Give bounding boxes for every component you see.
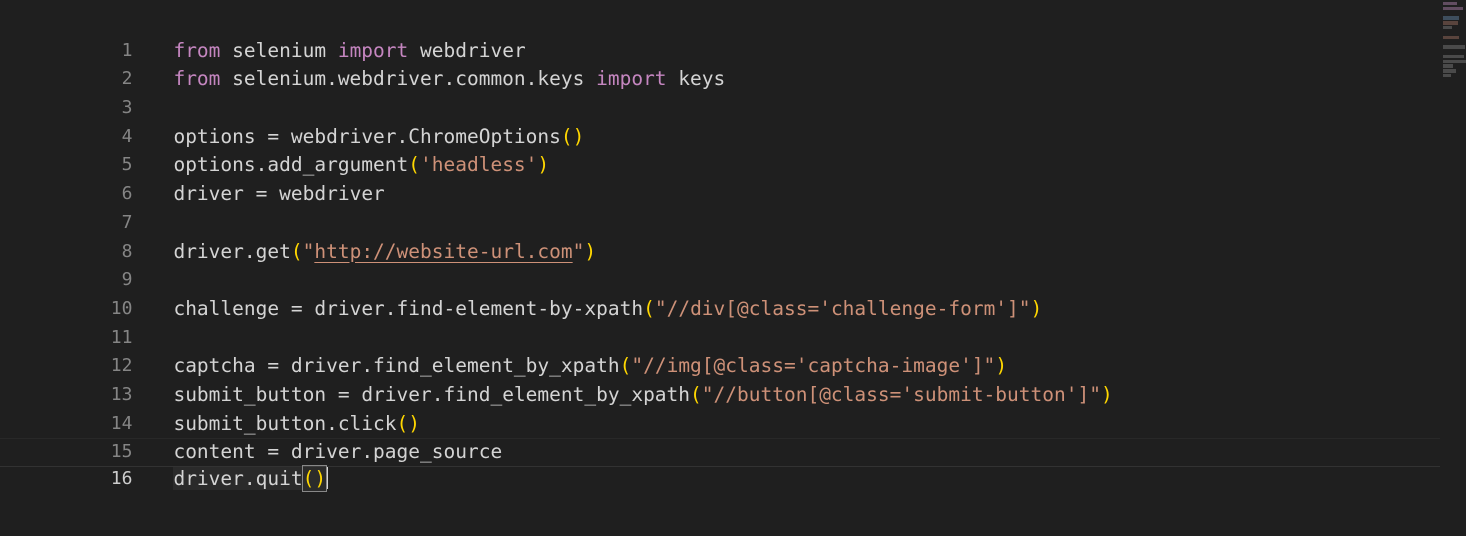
code-line-3[interactable]: 3 bbox=[0, 65, 1440, 118]
code-line-8[interactable]: 8 driver.get("http://website-url.com") bbox=[0, 209, 1440, 263]
bracket-match-highlight: () bbox=[301, 465, 328, 493]
code-line-16-content[interactable]: driver.quit() bbox=[132, 465, 329, 493]
minimap-row bbox=[1440, 59, 1466, 64]
code-line-6[interactable]: 6 driver = webdriver bbox=[0, 151, 1440, 205]
code-line-14[interactable]: 14 submit_button.click() bbox=[0, 381, 1440, 435]
minimap-row bbox=[1440, 6, 1466, 11]
token-call-driver-quit: driver.quit bbox=[173, 467, 303, 491]
code-line-15[interactable]: 15 content = driver.page_source bbox=[0, 410, 1440, 463]
minimap-row bbox=[1440, 45, 1466, 49]
minimap-row bbox=[1440, 73, 1466, 78]
code-line-16[interactable]: 16 driver.quit() bbox=[0, 438, 1440, 493]
code-editor[interactable]: () 1from selenium import webdriver 2from… bbox=[0, 0, 1466, 536]
code-line-2[interactable]: 2 from selenium.webdriver.common.keys imp… bbox=[0, 37, 1440, 90]
code-line-11[interactable]: 11 bbox=[0, 295, 1440, 348]
minimap-row bbox=[1440, 40, 1466, 44]
minimap-row bbox=[1440, 35, 1466, 40]
code-line-9[interactable]: 9 bbox=[0, 238, 1440, 290]
minimap-row bbox=[1440, 50, 1466, 54]
code-line-1[interactable]: 1 from selenium import webdriver bbox=[0, 8, 1440, 62]
text-cursor bbox=[326, 467, 329, 490]
minimap-row bbox=[1440, 69, 1466, 73]
line-number-16: 16 bbox=[110, 468, 133, 490]
code-line-12[interactable]: 12 captcha = driver.find_element_by_xpath… bbox=[0, 324, 1440, 377]
minimap-row bbox=[1440, 2, 1466, 6]
code-line-4[interactable]: 4 options = webdriver.ChromeOptions() bbox=[0, 94, 1440, 148]
minimap-row bbox=[1440, 12, 1466, 16]
minimap-row bbox=[1440, 31, 1466, 35]
code-line-13[interactable]: 13 submit_button = driver.find_element_by… bbox=[0, 352, 1440, 406]
code-line-7[interactable]: 7 bbox=[0, 180, 1440, 233]
minimap[interactable] bbox=[1440, 0, 1466, 536]
code-line-10[interactable]: 10 challenge = driver.find-element-by-xpa… bbox=[0, 266, 1440, 320]
minimap-row bbox=[1440, 25, 1466, 30]
minimap-row bbox=[1440, 16, 1466, 20]
minimap-row bbox=[1440, 21, 1466, 25]
editor-scrollbar[interactable] bbox=[1426, 0, 1440, 536]
code-lines-container[interactable]: 1 from selenium import webdriver 2 from se… bbox=[0, 8, 1440, 493]
minimap-row bbox=[1440, 64, 1466, 68]
code-line-5[interactable]: 5 options.add_argument('headless') bbox=[0, 123, 1440, 176]
minimap-row bbox=[1440, 54, 1466, 59]
